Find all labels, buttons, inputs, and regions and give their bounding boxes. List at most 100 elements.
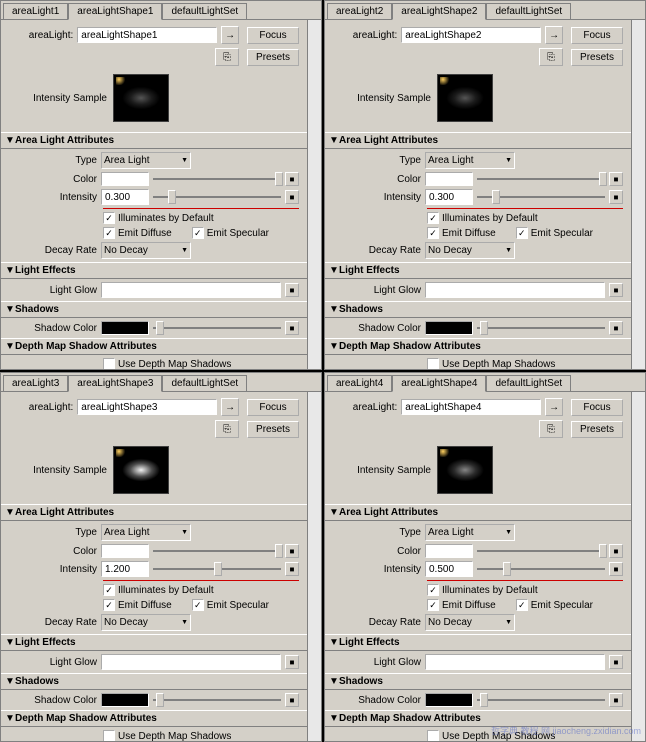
presets-button[interactable]: Presets — [571, 49, 623, 66]
shadow-color-map-button[interactable] — [285, 693, 299, 707]
intensity-slider[interactable] — [477, 562, 605, 576]
shadow-color-slider[interactable] — [477, 693, 605, 707]
go-button[interactable]: → — [545, 26, 563, 44]
emit-specular-checkbox[interactable] — [192, 227, 204, 239]
illuminates-checkbox[interactable] — [103, 584, 115, 596]
section-area-light-attributes[interactable]: ▼Area Light Attributes — [1, 133, 307, 149]
section-shadows[interactable]: ▼Shadows — [1, 674, 307, 690]
intensity-sample-swatch[interactable] — [113, 74, 169, 122]
tab-default-light-set[interactable]: defaultLightSet — [162, 3, 247, 19]
use-depth-map-checkbox[interactable] — [427, 358, 439, 369]
tab-shape[interactable]: areaLightShape4 — [392, 375, 486, 392]
shadow-color-map-button[interactable] — [609, 321, 623, 335]
intensity-input[interactable] — [101, 189, 149, 205]
focus-button[interactable]: Focus — [247, 399, 299, 416]
type-dropdown[interactable]: Area Light — [425, 152, 515, 169]
shadow-color-slider[interactable] — [153, 321, 281, 335]
emit-diffuse-checkbox[interactable] — [103, 227, 115, 239]
light-glow-map-button[interactable] — [609, 283, 623, 297]
shadow-color-slider[interactable] — [153, 693, 281, 707]
shadow-color-swatch[interactable] — [425, 693, 473, 707]
tab-node[interactable]: areaLight1 — [3, 3, 68, 19]
focus-button[interactable]: Focus — [247, 27, 299, 44]
section-area-light-attributes[interactable]: ▼Area Light Attributes — [325, 505, 631, 521]
intensity-sample-swatch[interactable] — [437, 74, 493, 122]
intensity-map-button[interactable] — [285, 562, 299, 576]
tab-shape[interactable]: areaLightShape1 — [68, 3, 162, 20]
use-depth-map-checkbox[interactable] — [427, 730, 439, 741]
section-depth-map[interactable]: ▼Depth Map Shadow Attributes — [325, 711, 631, 727]
section-shadows[interactable]: ▼Shadows — [325, 302, 631, 318]
tab-default-light-set[interactable]: defaultLightSet — [486, 3, 571, 19]
tab-shape[interactable]: areaLightShape3 — [68, 375, 162, 392]
decay-rate-dropdown[interactable]: No Decay — [101, 242, 191, 259]
section-light-effects[interactable]: ▼Light Effects — [1, 635, 307, 651]
presets-button[interactable]: Presets — [247, 49, 299, 66]
section-depth-map[interactable]: ▼Depth Map Shadow Attributes — [1, 711, 307, 727]
tab-node[interactable]: areaLight3 — [3, 375, 68, 391]
tab-node[interactable]: areaLight2 — [327, 3, 392, 19]
load-button[interactable]: ⎘ — [215, 48, 239, 66]
intensity-map-button[interactable] — [609, 562, 623, 576]
intensity-slider[interactable] — [477, 190, 605, 204]
node-name-input[interactable] — [401, 399, 541, 415]
scrollbar[interactable] — [307, 392, 321, 741]
intensity-slider[interactable] — [153, 190, 281, 204]
tab-default-light-set[interactable]: defaultLightSet — [162, 375, 247, 391]
section-depth-map[interactable]: ▼Depth Map Shadow Attributes — [1, 339, 307, 355]
shadow-color-slider[interactable] — [477, 321, 605, 335]
tab-default-light-set[interactable]: defaultLightSet — [486, 375, 571, 391]
color-slider[interactable] — [153, 544, 281, 558]
scrollbar[interactable] — [631, 392, 645, 741]
color-map-button[interactable] — [285, 172, 299, 186]
section-depth-map[interactable]: ▼Depth Map Shadow Attributes — [325, 339, 631, 355]
section-light-effects[interactable]: ▼Light Effects — [325, 635, 631, 651]
type-dropdown[interactable]: Area Light — [425, 524, 515, 541]
section-shadows[interactable]: ▼Shadows — [1, 302, 307, 318]
color-map-button[interactable] — [285, 544, 299, 558]
color-slider[interactable] — [477, 172, 605, 186]
decay-rate-dropdown[interactable]: No Decay — [425, 242, 515, 259]
load-button[interactable]: ⎘ — [539, 420, 563, 438]
section-shadows[interactable]: ▼Shadows — [325, 674, 631, 690]
emit-specular-checkbox[interactable] — [516, 599, 528, 611]
color-map-button[interactable] — [609, 172, 623, 186]
node-name-input[interactable] — [77, 399, 217, 415]
light-glow-input[interactable] — [425, 654, 605, 670]
color-slider[interactable] — [477, 544, 605, 558]
intensity-input[interactable] — [425, 189, 473, 205]
scrollbar[interactable] — [631, 20, 645, 369]
color-slider[interactable] — [153, 172, 281, 186]
section-light-effects[interactable]: ▼Light Effects — [1, 263, 307, 279]
color-swatch[interactable] — [101, 544, 149, 558]
decay-rate-dropdown[interactable]: No Decay — [425, 614, 515, 631]
section-area-light-attributes[interactable]: ▼Area Light Attributes — [325, 133, 631, 149]
light-glow-map-button[interactable] — [285, 283, 299, 297]
color-swatch[interactable] — [101, 172, 149, 186]
intensity-input[interactable] — [101, 561, 149, 577]
tab-shape[interactable]: areaLightShape2 — [392, 3, 486, 20]
color-swatch[interactable] — [425, 172, 473, 186]
scrollbar[interactable] — [307, 20, 321, 369]
presets-button[interactable]: Presets — [571, 421, 623, 438]
intensity-slider[interactable] — [153, 562, 281, 576]
go-button[interactable]: → — [221, 26, 239, 44]
emit-diffuse-checkbox[interactable] — [427, 227, 439, 239]
node-name-input[interactable] — [401, 27, 541, 43]
intensity-map-button[interactable] — [285, 190, 299, 204]
illuminates-checkbox[interactable] — [427, 584, 439, 596]
go-button[interactable]: → — [221, 398, 239, 416]
emit-diffuse-checkbox[interactable] — [427, 599, 439, 611]
node-name-input[interactable] — [77, 27, 217, 43]
use-depth-map-checkbox[interactable] — [103, 730, 115, 741]
go-button[interactable]: → — [545, 398, 563, 416]
shadow-color-swatch[interactable] — [101, 693, 149, 707]
shadow-color-map-button[interactable] — [609, 693, 623, 707]
load-button[interactable]: ⎘ — [539, 48, 563, 66]
illuminates-checkbox[interactable] — [427, 212, 439, 224]
tab-node[interactable]: areaLight4 — [327, 375, 392, 391]
emit-specular-checkbox[interactable] — [516, 227, 528, 239]
focus-button[interactable]: Focus — [571, 399, 623, 416]
emit-diffuse-checkbox[interactable] — [103, 599, 115, 611]
shadow-color-map-button[interactable] — [285, 321, 299, 335]
